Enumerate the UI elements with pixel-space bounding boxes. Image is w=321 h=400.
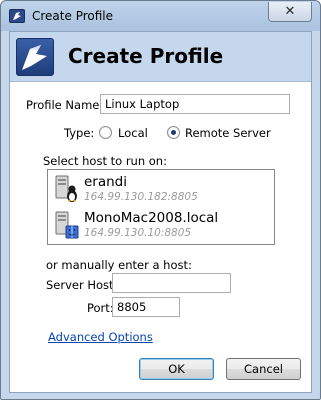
host-name: MonoMac2008.local [84,210,219,226]
window-title: Create Profile [32,9,113,23]
cancel-button[interactable]: Cancel [226,358,301,380]
profile-name-label: Profile Name: [26,98,104,112]
host-list-item[interactable]: MonoMac2008.local 164.99.130.10:8805 [52,208,272,242]
host-list[interactable]: erandi 164.99.130.182:8805 MonoMac2008.l… [47,169,275,245]
create-profile-window: Create Profile ✕ Create Profile Profile … [0,0,321,400]
local-radio-label[interactable]: Local [118,126,148,140]
advanced-options-link[interactable]: Advanced Options [48,330,153,344]
app-icon [9,9,25,23]
server-host-field[interactable] [112,273,231,293]
profile-name-field[interactable]: Linux Laptop [100,94,290,114]
linux-tux-icon [54,175,80,203]
host-address: 164.99.130.182:8805 [84,191,198,203]
port-label: Port: [87,301,114,315]
port-field[interactable]: 8805 [112,297,180,317]
close-button[interactable]: ✕ [268,2,312,22]
dialog-body: Create Profile Profile Name: Linux Lapto… [9,31,312,393]
server-host-label: Server Host: [46,278,118,292]
type-label: Type: [64,126,95,140]
ok-button[interactable]: OK [139,358,214,380]
header-banner: Create Profile [10,32,311,82]
remote-server-radio[interactable] [167,126,180,139]
select-host-label: Select host to run on: [43,154,167,168]
profile-logo-icon [16,38,54,76]
local-radio[interactable] [99,126,112,139]
host-list-item[interactable]: erandi 164.99.130.182:8805 [52,172,272,206]
page-title: Create Profile [68,44,224,68]
mac-finder-icon [54,211,80,239]
title-bar: Create Profile ✕ [1,1,320,31]
host-name: erandi [84,174,128,190]
remote-server-radio-label[interactable]: Remote Server [185,126,271,140]
host-address: 164.99.130.10:8805 [84,227,192,239]
manual-host-label: or manually enter a host: [46,258,192,272]
